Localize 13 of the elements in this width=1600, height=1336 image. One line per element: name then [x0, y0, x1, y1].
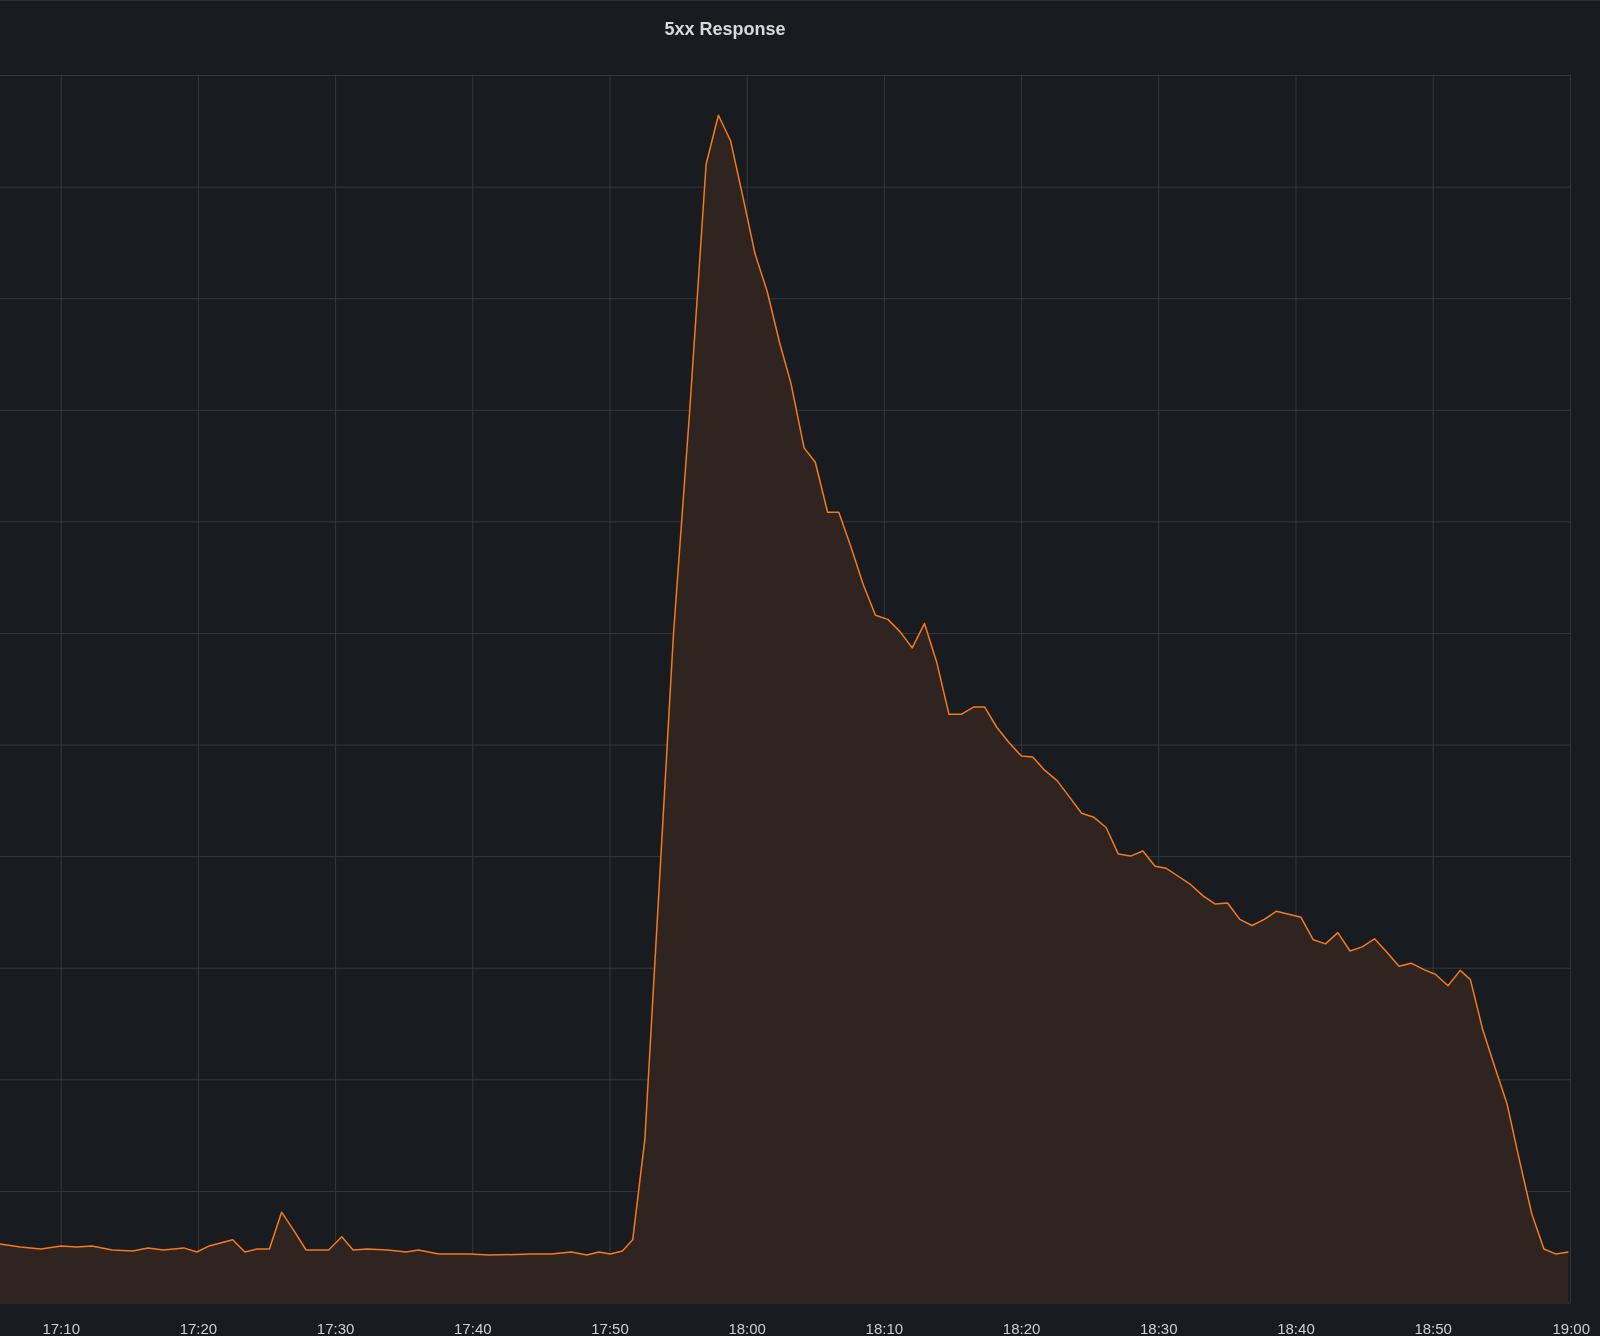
- axis-label: 18:30: [1140, 1320, 1178, 1336]
- axis-label: 18:20: [1002, 1320, 1041, 1336]
- axis-label: 18:00: [728, 1320, 766, 1336]
- axis-label: 17:50: [591, 1320, 629, 1336]
- axis-label: 18:10: [865, 1320, 904, 1336]
- axis-label: 18:50: [1414, 1320, 1452, 1336]
- axis-label: 19:00: [1552, 1320, 1590, 1336]
- panel-title: 5xx Response: [664, 19, 786, 40]
- axis-label: 17:30: [316, 1320, 355, 1336]
- axis-label: 17:20: [179, 1320, 218, 1336]
- axis-label: 17:40: [454, 1320, 492, 1336]
- axis-label: 17:10: [42, 1320, 80, 1336]
- axis-label: 18:40: [1277, 1320, 1315, 1336]
